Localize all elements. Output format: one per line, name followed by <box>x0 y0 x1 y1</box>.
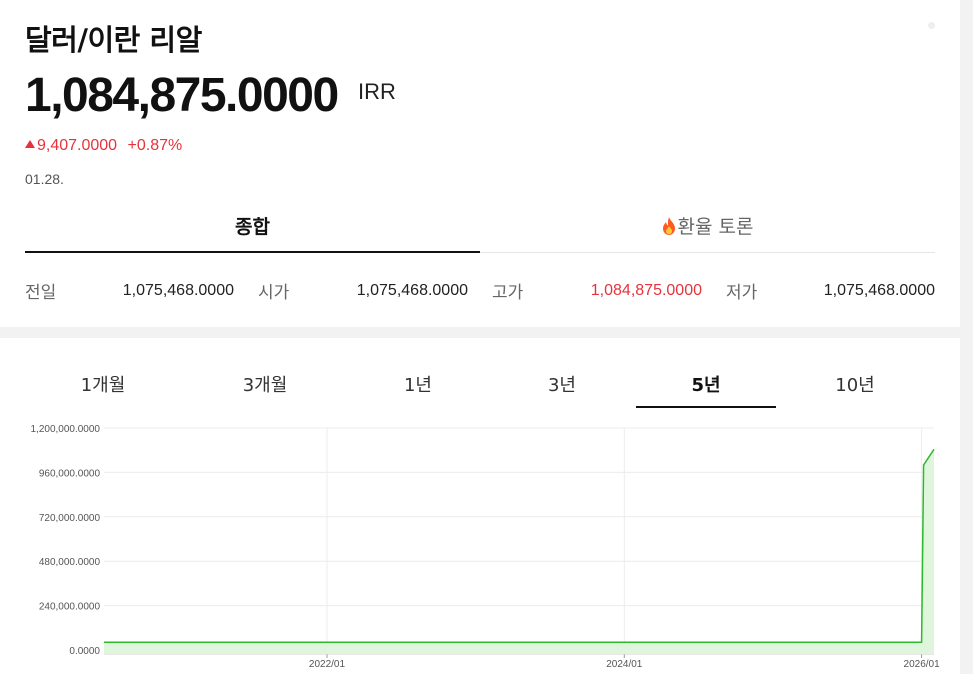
summary-card: 달러/이란 리알 1,084,875.0000 IRR 9,407.0000 +… <box>0 0 960 327</box>
x-tick-label: 2026/01 <box>904 659 941 670</box>
tab-discussion[interactable]: 환율 토론 <box>480 203 935 253</box>
period-selector: 1개월 3개월 1년 3년 5년 10년 <box>0 358 960 408</box>
tab-overview-label: 종합 <box>235 216 270 238</box>
period-1m[interactable]: 1개월 <box>33 358 173 408</box>
quote-summary: 전일 1,075,468.0000 시가 1,075,468.0000 고가 1… <box>25 278 935 310</box>
period-1y[interactable]: 1년 <box>348 358 488 408</box>
high-value: 1,084,875.0000 <box>590 282 702 299</box>
period-1m-label: 1개월 <box>80 375 126 396</box>
y-tick-label: 240,000.0000 <box>39 602 101 613</box>
period-5y[interactable]: 5년 <box>636 358 776 408</box>
y-axis-labels: 1,200,000.0000 960,000.0000 720,000.0000 48… <box>30 424 100 657</box>
up-arrow-icon <box>25 140 35 148</box>
area-fill <box>104 449 934 654</box>
rate-series-line <box>104 448 935 643</box>
period-3m-label: 3개월 <box>242 375 288 396</box>
tab-bar: 종합 환율 토론 <box>25 203 935 253</box>
tab-discussion-label: 환율 토론 <box>677 216 754 238</box>
exchange-rate-chart[interactable]: 1,200,000.0000 960,000.0000 720,000.0000 48… <box>0 416 960 674</box>
scroll-indicator <box>928 22 935 29</box>
period-3y[interactable]: 3년 <box>492 358 632 408</box>
period-1y-label: 1년 <box>403 375 432 396</box>
open-value: 1,075,468.0000 <box>356 282 468 299</box>
low-value: 1,075,468.0000 <box>823 282 935 299</box>
period-3m[interactable]: 3개월 <box>195 358 335 408</box>
fire-icon <box>662 217 675 235</box>
low-label: 저가 <box>726 283 758 303</box>
open-label: 시가 <box>258 283 290 303</box>
period-10y[interactable]: 10년 <box>785 358 925 408</box>
tab-overview[interactable]: 종합 <box>25 203 480 253</box>
chart-card: 1개월 3개월 1년 3년 5년 10년 1,200,000.0000 960,0… <box>0 338 960 674</box>
period-3y-label: 3년 <box>547 375 576 396</box>
high-label: 고가 <box>492 283 524 303</box>
period-5y-label: 5년 <box>691 375 721 396</box>
prev-close-label: 전일 <box>25 283 57 303</box>
period-10y-label: 10년 <box>835 375 875 396</box>
x-axis-labels: 2022/01 2024/01 2026/01 <box>309 659 940 670</box>
quote-date: 01.28. <box>25 171 64 187</box>
change-percent: +0.87% <box>127 137 183 154</box>
page-title: 달러/이란 리알 <box>25 23 202 57</box>
y-tick-label: 0.0000 <box>69 646 100 657</box>
currency-code: IRR <box>358 79 396 104</box>
y-tick-label: 1,200,000.0000 <box>30 424 100 435</box>
price-change: 9,407.0000 +0.87% <box>25 137 182 155</box>
y-tick-label: 480,000.0000 <box>39 557 101 568</box>
prev-close-value: 1,075,468.0000 <box>122 282 234 299</box>
change-amount: 9,407.0000 <box>37 137 118 154</box>
chart-grid <box>104 427 934 658</box>
y-tick-label: 960,000.0000 <box>39 468 101 479</box>
current-price: 1,084,875.0000 <box>25 69 339 122</box>
x-tick-label: 2024/01 <box>606 659 643 670</box>
y-tick-label: 720,000.0000 <box>39 513 101 524</box>
price-row: 1,084,875.0000 IRR <box>25 68 396 123</box>
x-tick-label: 2022/01 <box>309 659 346 670</box>
